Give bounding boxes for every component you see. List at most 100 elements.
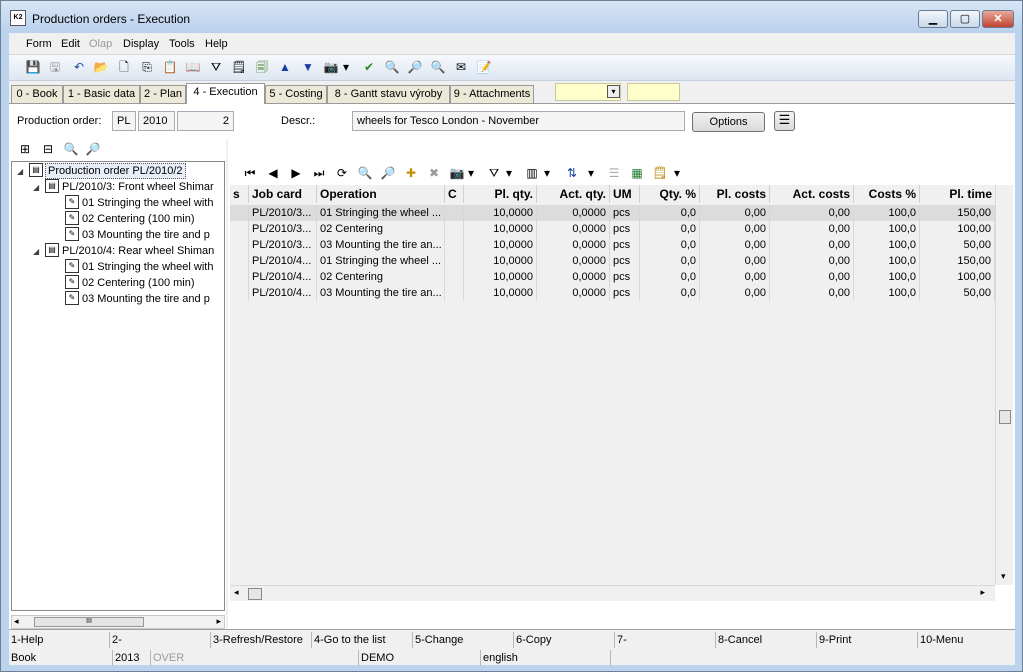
cell-um[interactable]: pcs [610, 205, 640, 221]
notes-icon[interactable]: 📝 [476, 59, 492, 75]
grid-vertical-scrollbar[interactable]: ▾ [995, 185, 1013, 585]
options-button[interactable]: Options [692, 112, 765, 132]
menu-form[interactable]: Form [26, 38, 52, 50]
cell-qty-percent[interactable]: 0,0 [640, 269, 700, 285]
scroll-left-icon[interactable]: ◂ [14, 616, 19, 627]
grid-filter-dropdown-icon[interactable]: ▾ [504, 165, 514, 181]
cell-pl-time[interactable]: 100,00 [920, 269, 995, 285]
table-row[interactable]: PL/2010/3... 02 Centering 10,0000 0,0000 pcs… [230, 221, 995, 237]
tree-horizontal-scrollbar[interactable]: ◂ III ▸ [11, 615, 225, 629]
grid-find-icon[interactable]: 🔍 [357, 165, 373, 181]
find-icon[interactable]: 🔍 [384, 59, 400, 75]
remove-record-icon[interactable]: ✖ [426, 165, 442, 181]
tree-node-job-card[interactable]: PL/2010/4: Rear wheel Shiman [62, 243, 214, 259]
tree-expander-icon[interactable]: ◢ [17, 167, 23, 176]
open-folder-icon[interactable]: 📂 [93, 59, 109, 75]
save-as-icon[interactable]: 🖫 [47, 59, 63, 75]
cell-um[interactable]: pcs [610, 285, 640, 301]
cell-operation[interactable]: 02 Centering [317, 221, 445, 237]
menu-tools[interactable]: Tools [169, 38, 195, 50]
column-header-act-costs[interactable]: Act. costs [770, 185, 854, 203]
tree-scroll-thumb[interactable]: III [34, 617, 144, 627]
cell-c[interactable] [445, 205, 464, 221]
report-dropdown-icon[interactable]: ▾ [672, 165, 682, 181]
cell-pl-qty[interactable]: 10,0000 [464, 221, 537, 237]
cell-act-costs[interactable]: 0,00 [770, 221, 854, 237]
grid-filter-icon[interactable]: ⛛ [486, 165, 502, 181]
find-next-icon[interactable]: 🔎 [407, 59, 423, 75]
column-header-act-qty[interactable]: Act. qty. [537, 185, 610, 203]
cell-qty-percent[interactable]: 0,0 [640, 237, 700, 253]
expand-all-icon[interactable]: ⊞ [17, 141, 33, 157]
move-down-icon[interactable]: ▼ [300, 59, 316, 75]
tree-node-job-card[interactable]: PL/2010/3: Front wheel Shimar [62, 179, 214, 195]
tab-plan[interactable]: 2 - Plan [140, 85, 186, 103]
cell-act-costs[interactable]: 0,00 [770, 285, 854, 301]
sort-icon[interactable]: ⇅ [564, 165, 580, 181]
column-header-job-card[interactable]: Job card [249, 185, 317, 203]
cell-costs-percent[interactable]: 100,0 [854, 237, 920, 253]
columns-icon[interactable]: ▥ [524, 165, 540, 181]
column-header-pl-time[interactable]: Pl. time [920, 185, 995, 203]
column-header-pl-costs[interactable]: Pl. costs [700, 185, 770, 203]
tab-attachments[interactable]: 9 - Attachments [450, 85, 534, 103]
mail-icon[interactable]: ✉ [453, 59, 469, 75]
cell-costs-percent[interactable]: 100,0 [854, 205, 920, 221]
cell-job-card[interactable]: PL/2010/3... [249, 237, 317, 253]
tree-node-operation[interactable]: 02 Centering (100 min) [82, 275, 195, 291]
save-icon[interactable]: 💾 [25, 59, 41, 75]
table-row[interactable]: PL/2010/4... 02 Centering 10,0000 0,0000 pcs… [230, 269, 995, 285]
cell-job-card[interactable]: PL/2010/3... [249, 221, 317, 237]
cell-pl-time[interactable]: 50,00 [920, 285, 995, 301]
cell-qty-percent[interactable]: 0,0 [640, 205, 700, 221]
camera-icon[interactable]: 📷 [323, 59, 339, 75]
cell-qty-percent[interactable]: 0,0 [640, 285, 700, 301]
cell-operation[interactable]: 01 Stringing the wheel ... [317, 205, 445, 221]
column-header-um[interactable]: UM [610, 185, 640, 203]
tab-basic-data[interactable]: 1 - Basic data [63, 85, 140, 103]
cell-act-qty[interactable]: 0,0000 [537, 237, 610, 253]
cell-job-card[interactable]: PL/2010/4... [249, 285, 317, 301]
cell-costs-percent[interactable]: 100,0 [854, 269, 920, 285]
cell-operation[interactable]: 03 Mounting the tire an... [317, 237, 445, 253]
fkey-menu[interactable]: 10-Menu [918, 632, 1015, 648]
combo-dropdown-icon[interactable]: ▾ [607, 85, 620, 98]
list-view-button[interactable]: ☰ [774, 111, 795, 131]
cell-pl-time[interactable]: 100,00 [920, 221, 995, 237]
fkey-copy[interactable]: 6-Copy [514, 632, 615, 648]
cell-um[interactable]: pcs [610, 237, 640, 253]
tree-node-operation[interactable]: 01 Stringing the wheel with [82, 195, 213, 211]
grid-vscroll-thumb[interactable] [999, 410, 1011, 424]
cell-qty-percent[interactable]: 0,0 [640, 253, 700, 269]
close-button[interactable]: ✕ [982, 10, 1014, 28]
previous-record-icon[interactable]: ◀ [265, 165, 281, 181]
tree-node-operation[interactable]: 01 Stringing the wheel with [82, 259, 213, 275]
book-icon[interactable]: 📖 [185, 59, 201, 75]
check-icon[interactable]: ✔ [361, 59, 377, 75]
cell-pl-qty[interactable]: 10,0000 [464, 237, 537, 253]
table-row[interactable]: PL/2010/3... 01 Stringing the wheel ... 10… [230, 205, 995, 221]
find-previous-icon[interactable]: 🔍 [430, 59, 446, 75]
undo-icon[interactable]: ↶ [71, 59, 87, 75]
cell-c[interactable] [445, 285, 464, 301]
tab-book[interactable]: 0 - Book [11, 85, 63, 103]
fkey-change[interactable]: 5-Change [413, 632, 514, 648]
cell-act-qty[interactable]: 0,0000 [537, 269, 610, 285]
grid-scroll-left-icon[interactable]: ◂ [234, 587, 239, 598]
columns-dropdown-icon[interactable]: ▾ [542, 165, 552, 181]
cell-pl-qty[interactable]: 10,0000 [464, 269, 537, 285]
fkey-help[interactable]: 1-Help [9, 632, 110, 648]
cell-pl-costs[interactable]: 0,00 [700, 221, 770, 237]
excel-export-icon[interactable]: ▦ [629, 165, 645, 181]
description-field[interactable]: wheels for Tesco London - November [352, 111, 685, 131]
grid-scroll-right-icon[interactable]: ▸ [980, 587, 985, 598]
cell-act-costs[interactable]: 0,00 [770, 269, 854, 285]
cell-pl-costs[interactable]: 0,00 [700, 269, 770, 285]
column-header-s[interactable]: s [230, 185, 249, 203]
cell-s[interactable] [230, 269, 249, 285]
cell-um[interactable]: pcs [610, 221, 640, 237]
grid-camera-dropdown-icon[interactable]: ▾ [466, 165, 476, 181]
last-record-icon[interactable]: ⏭ [311, 165, 327, 181]
cell-pl-qty[interactable]: 10,0000 [464, 205, 537, 221]
sort-dropdown-icon[interactable]: ▾ [586, 165, 596, 181]
